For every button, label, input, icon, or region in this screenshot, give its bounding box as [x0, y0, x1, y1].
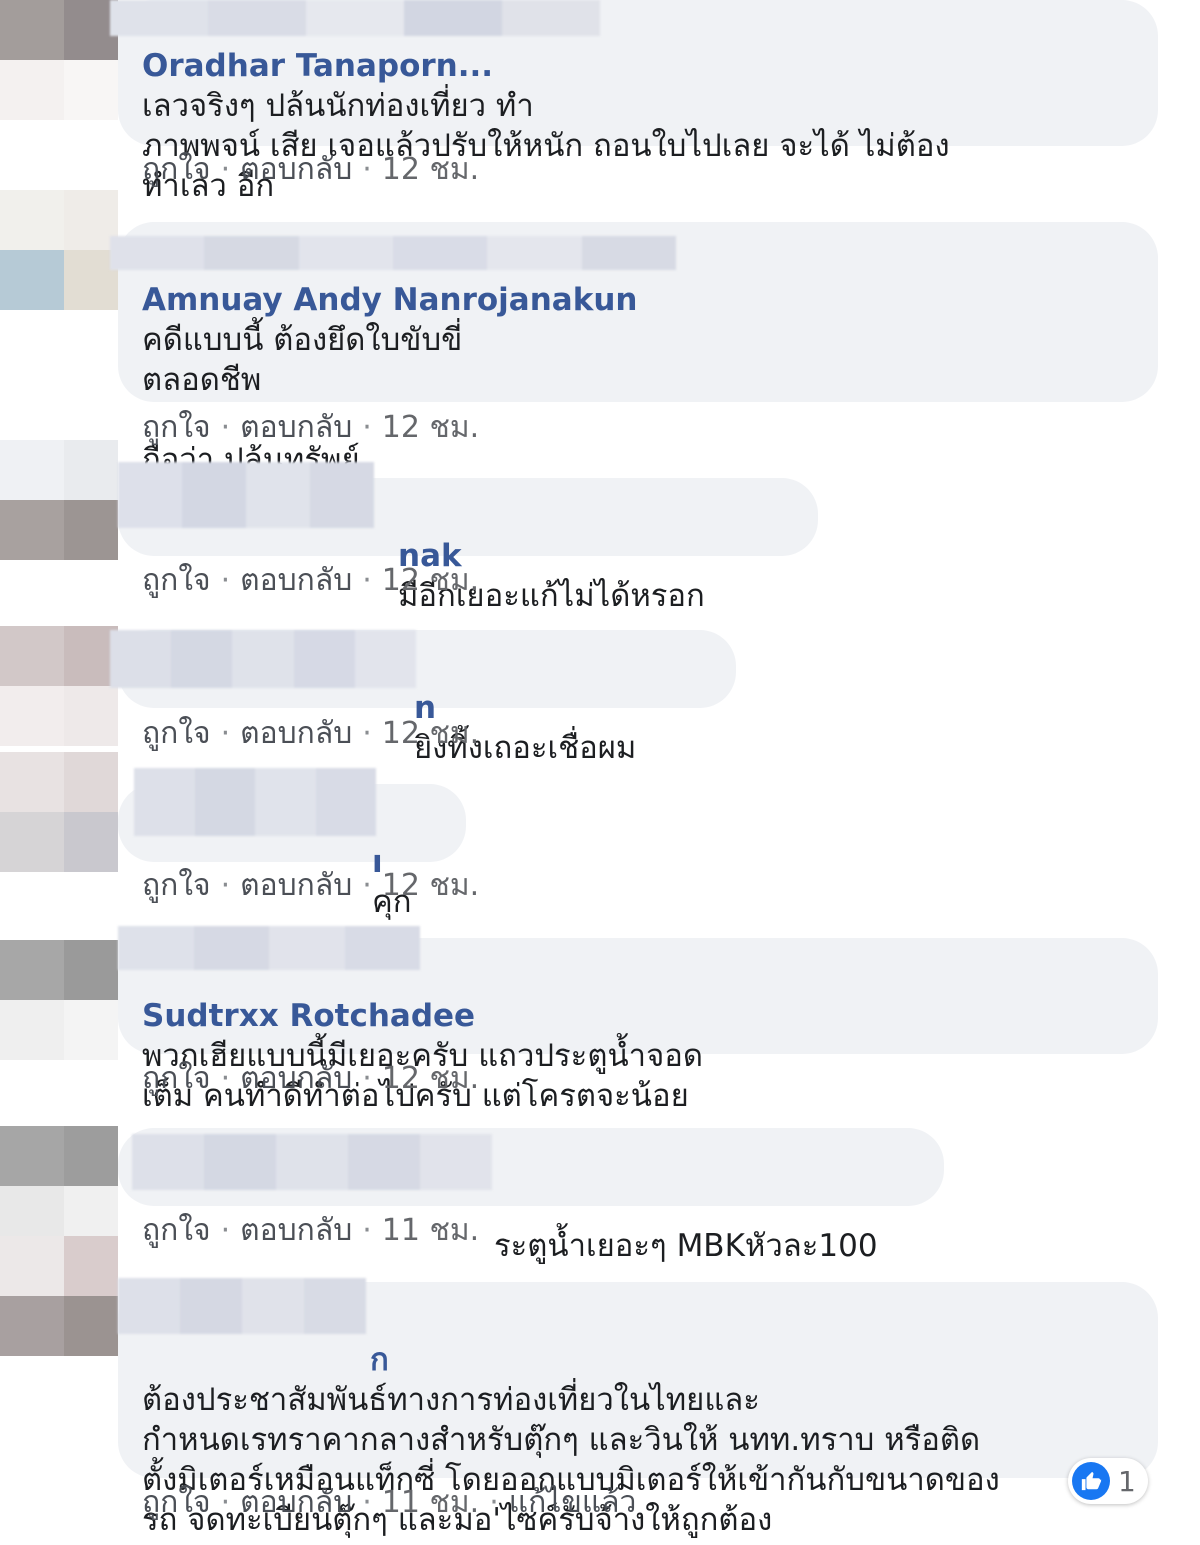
avatar[interactable] — [0, 1236, 118, 1356]
comment-actions: ถูกใจ · ตอบกลับ · 12 ชม. — [142, 868, 480, 903]
name-redaction — [118, 926, 420, 970]
reply-link[interactable]: ตอบกลับ — [240, 152, 352, 187]
thumbs-up-icon — [1072, 1462, 1110, 1500]
reply-link[interactable]: ตอบกลับ — [240, 868, 352, 903]
avatar[interactable] — [0, 752, 118, 872]
reply-link[interactable]: ตอบกลับ — [240, 563, 352, 598]
timestamp[interactable]: 12 ชม. — [382, 868, 479, 903]
timestamp[interactable]: 12 ชม. — [382, 1061, 479, 1096]
name-redaction — [132, 1134, 492, 1190]
comment-actions: ถูกใจ · ตอบกลับ · 12 ชม. — [142, 152, 480, 187]
avatar[interactable] — [0, 440, 118, 560]
reply-link[interactable]: ตอบกลับ — [240, 1061, 352, 1096]
like-link[interactable]: ถูกใจ — [142, 563, 211, 598]
comment-actions: ถูกใจ · ตอบกลับ · 11 ชม. · แก้ไขแล้ว — [142, 1485, 637, 1520]
comment-actions: ถูกใจ · ตอบกลับ · 12 ชม. — [142, 1061, 480, 1096]
like-link[interactable]: ถูกใจ — [142, 716, 211, 751]
timestamp[interactable]: 12 ชม. — [382, 410, 479, 445]
comment-text: คดีแบบนี้ ต้องยึดใบขับขี่ ตลอดชีพ ถือว่า… — [142, 322, 463, 478]
reaction-count[interactable]: 1 — [1068, 1458, 1148, 1504]
comment-actions: ถูกใจ · ตอบกลับ · 12 ชม. — [142, 410, 480, 445]
timestamp[interactable]: 12 ชม. — [382, 152, 479, 187]
avatar[interactable] — [0, 0, 118, 120]
reply-link[interactable]: ตอบกลับ — [240, 1213, 352, 1248]
name-redaction — [110, 0, 600, 36]
commenter-name[interactable]: ก — [142, 1342, 389, 1378]
commenter-name[interactable]: Oradhar Tanaporn... — [142, 48, 493, 84]
name-redaction — [134, 768, 376, 836]
comment-text: ระตูน้ำเยอะๆ MBKหัวละ100 — [494, 1228, 878, 1264]
like-link[interactable]: ถูกใจ — [142, 410, 211, 445]
name-redaction — [110, 630, 417, 688]
avatar[interactable] — [0, 1126, 118, 1246]
commenter-name[interactable]: Amnuay Andy Nanrojanakun — [142, 282, 637, 318]
timestamp[interactable]: 12 ชม. — [382, 563, 479, 598]
timestamp[interactable]: 12 ชม. — [382, 716, 479, 751]
avatar[interactable] — [0, 940, 118, 1060]
reply-link[interactable]: ตอบกลับ — [240, 1485, 352, 1520]
edited-label[interactable]: แก้ไขแล้ว — [509, 1485, 637, 1520]
like-link[interactable]: ถูกใจ — [142, 1061, 211, 1096]
timestamp[interactable]: 11 ชม. — [382, 1213, 479, 1248]
name-redaction — [118, 1278, 366, 1334]
reply-link[interactable]: ตอบกลับ — [240, 716, 352, 751]
name-redaction — [110, 236, 676, 270]
like-link[interactable]: ถูกใจ — [142, 152, 211, 187]
reply-link[interactable]: ตอบกลับ — [240, 410, 352, 445]
avatar[interactable] — [0, 626, 118, 746]
comment-actions: ถูกใจ · ตอบกลับ · 12 ชม. — [142, 563, 480, 598]
name-redaction — [118, 462, 374, 528]
comment-actions: ถูกใจ · ตอบกลับ · 11 ชม. — [142, 1213, 480, 1248]
comment-actions: ถูกใจ · ตอบกลับ · 12 ชม. — [142, 716, 480, 751]
reaction-count-label: 1 — [1118, 1464, 1136, 1498]
commenter-name[interactable]: Sudtrxx Rotchadee — [142, 998, 475, 1034]
avatar[interactable] — [0, 190, 118, 310]
like-link[interactable]: ถูกใจ — [142, 1485, 211, 1520]
like-link[interactable]: ถูกใจ — [142, 1213, 211, 1248]
like-link[interactable]: ถูกใจ — [142, 868, 211, 903]
timestamp[interactable]: 11 ชม. — [382, 1485, 479, 1520]
